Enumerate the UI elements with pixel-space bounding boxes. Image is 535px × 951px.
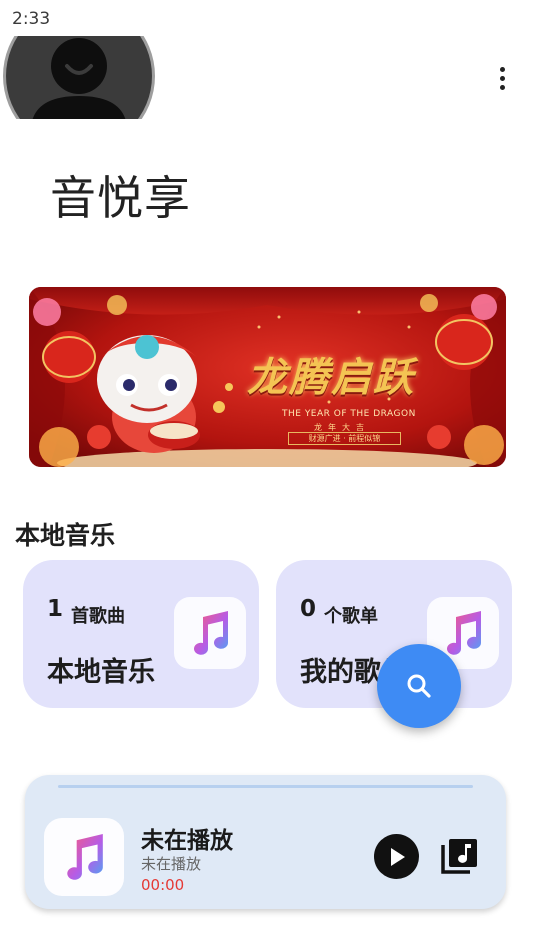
playlist-count: 0 xyxy=(300,596,317,622)
user-avatar-icon[interactable] xyxy=(1,36,157,119)
track-artist: 未在播放 xyxy=(141,855,202,873)
banner-english-title: THE YEAR OF THE DRAGON xyxy=(282,409,416,419)
queue-music-icon xyxy=(441,839,477,874)
app-title: 音悦享 xyxy=(50,171,191,225)
track-time: 00:00 xyxy=(141,876,185,894)
promo-banner[interactable]: 龙腾启跃 THE YEAR OF THE DRAGON 龙年大吉 财源广进 · … xyxy=(29,287,506,467)
local-songs-card[interactable]: 1 首歌曲 本地音乐 xyxy=(23,560,259,708)
song-count: 1 xyxy=(47,596,64,622)
card-name: 本地音乐 xyxy=(47,657,155,688)
play-button[interactable] xyxy=(374,834,419,879)
banner-slogan: 财源广进 · 前程似锦 xyxy=(288,432,401,445)
album-cover xyxy=(44,818,124,896)
search-icon xyxy=(407,674,431,698)
progress-bar[interactable] xyxy=(58,785,473,788)
queue-music-button[interactable] xyxy=(440,836,480,876)
status-time: 2:33 xyxy=(12,9,51,29)
play-icon xyxy=(390,847,405,866)
music-note-icon xyxy=(174,597,246,669)
search-fab-button[interactable] xyxy=(377,644,461,728)
more-vert-icon[interactable] xyxy=(490,62,514,94)
section-title-local-music: 本地音乐 xyxy=(15,521,116,550)
track-title: 未在播放 xyxy=(141,828,233,854)
playlist-count-unit: 个歌单 xyxy=(324,606,378,627)
song-count-unit: 首歌曲 xyxy=(71,606,125,627)
mini-player[interactable]: 未在播放 未在播放 00:00 xyxy=(25,775,506,909)
banner-calligraphy: 龙腾启跃 xyxy=(247,354,415,401)
music-note-icon xyxy=(67,834,103,880)
